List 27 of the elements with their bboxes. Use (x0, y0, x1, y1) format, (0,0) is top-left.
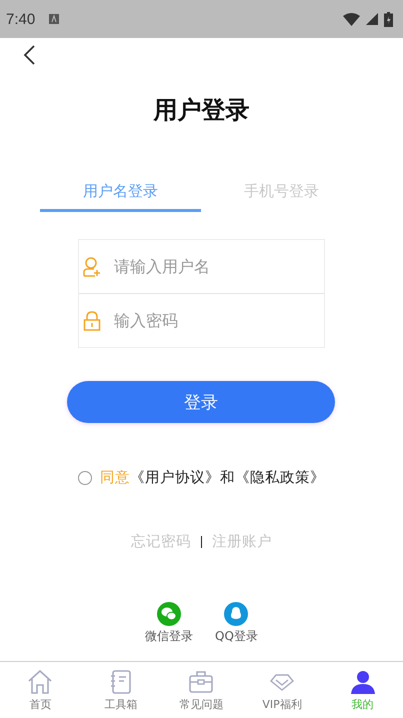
social-login-button[interactable]: QQ登录 (215, 602, 258, 645)
agree-radio[interactable] (78, 470, 92, 484)
nav-tab[interactable]: 常见问题 (161, 662, 242, 718)
battery-icon (384, 12, 393, 26)
page-title: 用户登录 (154, 95, 250, 126)
nav-tab[interactable]: 工具箱 (80, 662, 162, 718)
input-field[interactable]: 请输入用户名 (112, 256, 306, 277)
lock-icon (83, 310, 101, 330)
social-login-button[interactable]: 微信登录 (145, 602, 194, 645)
agreement-link[interactable]: 《用户协议》和《隐私政策》 (130, 468, 325, 487)
person-icon (350, 668, 376, 694)
notification-icon (49, 14, 60, 24)
penguin-icon (224, 602, 248, 626)
login-button[interactable]: 登录 (67, 381, 335, 423)
login-tab[interactable]: 用户名登录 (40, 174, 201, 212)
nav-tab[interactable]: VIP福利 (242, 662, 322, 718)
chat-bubbles-icon (157, 602, 182, 626)
nav-tab[interactable]: 我的 (322, 662, 403, 718)
input-field[interactable]: 输入密码 (112, 310, 306, 331)
status-time: 7:40 (6, 10, 36, 28)
home-icon (27, 668, 54, 694)
user-add-icon (83, 256, 101, 276)
wifi-icon (343, 12, 360, 26)
briefcase-icon (188, 668, 214, 694)
signal-icon (366, 13, 378, 25)
nav-tab[interactable]: 首页 (0, 662, 81, 718)
agree-label: 同意 (100, 469, 130, 487)
